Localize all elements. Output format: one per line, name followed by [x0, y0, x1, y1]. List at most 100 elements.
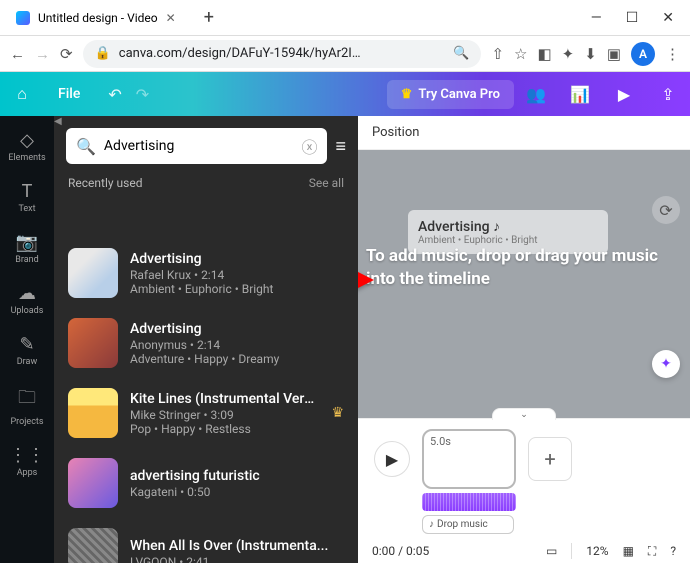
time-display: 0:00 / 0:05	[372, 544, 429, 558]
filter-button[interactable]: ≡	[335, 128, 346, 164]
lock-icon: 🔒	[95, 46, 111, 61]
play-button[interactable]: ▶	[374, 441, 410, 477]
rail-apps[interactable]: ⋮⋮Apps	[0, 439, 54, 484]
canvas-stage: Position ⟳ Advertising ♪ Ambient • Eupho…	[358, 116, 690, 563]
present-people-icon[interactable]: 👥	[514, 85, 558, 104]
refresh-icon[interactable]: ⟳	[652, 196, 680, 224]
audio-clip[interactable]	[422, 493, 516, 511]
track-item[interactable]: When All Is Over (Instrumenta... LVGOON …	[54, 518, 358, 563]
track-meta: Anonymus • 2:14	[130, 338, 344, 352]
annotation-arrow-icon	[358, 250, 374, 310]
zoom-lens-icon[interactable]: 🔍	[453, 46, 469, 61]
drop-music-chip[interactable]: ♪Drop music	[422, 515, 514, 534]
panel-collapse-icon[interactable]: ◀	[54, 116, 62, 127]
track-title: When All Is Over (Instrumenta...	[130, 538, 344, 554]
track-item[interactable]: Kite Lines (Instrumental Versi... Mike S…	[54, 378, 358, 448]
bookmark-icon[interactable]: ☆	[514, 45, 527, 63]
kebab-menu-icon[interactable]: ⋮	[665, 45, 680, 63]
try-pro-button[interactable]: ♛ Try Canva Pro	[387, 80, 514, 109]
rail-projects[interactable]: 🗀Projects	[0, 379, 54, 433]
address-bar[interactable]: 🔒 canva.com/design/DAFuY-1594k/hyAr2I… 🔍	[83, 40, 482, 68]
minimize-icon[interactable]: —	[591, 10, 602, 26]
text-icon: T	[22, 181, 33, 202]
analytics-icon[interactable]: 📊	[558, 85, 602, 104]
slide-canvas[interactable]: ⟳ Advertising ♪ Ambient • Euphoric • Bri…	[358, 150, 690, 418]
clear-search-icon[interactable]: ⓧ	[301, 134, 317, 158]
browser-tab[interactable]: Untitled design - Video ✕	[4, 5, 188, 31]
track-item[interactable]: advertising futuristic Kagateni • 0:50	[54, 448, 358, 518]
track-list: Advertising Rafael Krux • 2:14 Ambient •…	[54, 198, 358, 563]
see-all-link[interactable]: See all	[309, 176, 344, 190]
zoom-level[interactable]: 12%	[586, 544, 608, 558]
help-icon[interactable]: ?	[670, 544, 676, 558]
premium-crown-icon: ♛	[331, 405, 344, 421]
rail-elements[interactable]: ◇Elements	[0, 124, 54, 169]
search-field[interactable]	[104, 138, 294, 154]
canva-topbar: ⌂ File ↶ ↷ ♛ Try Canva Pro 👥 📊 ▶ ⇪	[0, 72, 690, 116]
browser-tabstrip: Untitled design - Video ✕ + — ☐ ✕	[0, 0, 690, 36]
rail-uploads[interactable]: ☁Uploads	[0, 277, 54, 322]
side-rail: ◇Elements TText 📷Brand ☁Uploads ✎Draw 🗀P…	[0, 116, 54, 563]
track-title: Advertising	[130, 251, 344, 267]
track-title: Advertising	[130, 321, 344, 337]
forward-icon: →	[35, 45, 50, 63]
track-meta: Rafael Krux • 2:14	[130, 268, 344, 282]
rail-draw[interactable]: ✎Draw	[0, 328, 54, 373]
home-button[interactable]: ⌂	[0, 72, 44, 116]
reload-icon[interactable]: ⟳	[60, 45, 73, 63]
magic-ai-button[interactable]: ✦	[652, 350, 680, 378]
track-tags: Ambient • Euphoric • Bright	[130, 282, 344, 296]
url-text: canva.com/design/DAFuY-1594k/hyAr2I…	[119, 46, 361, 61]
undo-icon[interactable]: ↶	[108, 85, 121, 104]
profile-avatar[interactable]: A	[631, 42, 655, 66]
rail-text[interactable]: TText	[0, 175, 54, 220]
track-title: Kite Lines (Instrumental Versi...	[130, 391, 319, 407]
maximize-icon[interactable]: ☐	[626, 10, 639, 26]
share-icon[interactable]: ⇧	[491, 45, 504, 63]
position-toolbar[interactable]: Position	[358, 116, 690, 150]
grid-view-icon[interactable]: ▦	[623, 544, 634, 558]
brand-icon: 📷	[16, 232, 38, 253]
close-icon[interactable]: ✕	[166, 11, 176, 25]
track-thumbnail	[68, 388, 118, 438]
canva-favicon-icon	[16, 11, 30, 25]
add-page-button[interactable]: +	[528, 437, 572, 481]
track-meta: Kagateni • 0:50	[130, 485, 344, 499]
track-tags: Adventure • Happy • Dreamy	[130, 352, 344, 366]
redo-icon[interactable]: ↷	[136, 85, 149, 104]
play-preview-icon[interactable]: ▶	[602, 85, 646, 104]
shapes-icon: ◇	[20, 130, 34, 151]
crown-icon: ♛	[401, 87, 413, 102]
section-heading: Recently used	[68, 176, 142, 190]
fullscreen-icon[interactable]: ⛶	[648, 544, 656, 559]
search-icon: 🔍	[76, 137, 96, 156]
pencil-icon: ✎	[19, 334, 34, 355]
share-export-icon[interactable]: ⇪	[646, 85, 690, 104]
audio-panel: ◀ 🔍 ⓧ ≡ Recently used See all Advertisin…	[54, 116, 358, 563]
track-item[interactable]: Advertising Anonymus • 2:14 Adventure • …	[54, 308, 358, 378]
frame-thumbnail[interactable]: 5.0s	[422, 429, 516, 489]
folder-icon: 🗀	[18, 385, 36, 415]
apps-grid-icon: ⋮⋮	[9, 445, 45, 466]
cloud-icon: ☁	[18, 283, 36, 304]
drop-instruction: To add music, drop or drag your music in…	[358, 245, 690, 291]
track-tags: Pop • Happy • Restless	[130, 422, 319, 436]
notes-icon[interactable]: ▭	[546, 544, 557, 558]
timeline-expand-icon[interactable]: ⌄	[492, 408, 556, 420]
rail-brand[interactable]: 📷Brand	[0, 226, 54, 271]
extension-icon[interactable]: ◧	[537, 45, 551, 63]
close-window-icon[interactable]: ✕	[662, 10, 674, 26]
track-thumbnail	[68, 528, 118, 563]
track-thumbnail	[68, 248, 118, 298]
music-note-icon: ♪	[493, 219, 500, 235]
new-tab-button[interactable]: +	[204, 7, 214, 28]
back-icon[interactable]: ←	[10, 45, 25, 63]
panel-icon[interactable]: ▣	[607, 45, 621, 63]
track-meta: Mike Stringer • 3:09	[130, 408, 319, 422]
search-input[interactable]: 🔍 ⓧ	[66, 128, 327, 164]
download-icon[interactable]: ⬇	[584, 45, 597, 63]
puzzle-icon[interactable]: ✦	[562, 45, 575, 63]
track-item[interactable]: Advertising Rafael Krux • 2:14 Ambient •…	[54, 238, 358, 308]
file-menu[interactable]: File	[44, 86, 94, 102]
track-meta: LVGOON • 2:41	[130, 555, 344, 563]
